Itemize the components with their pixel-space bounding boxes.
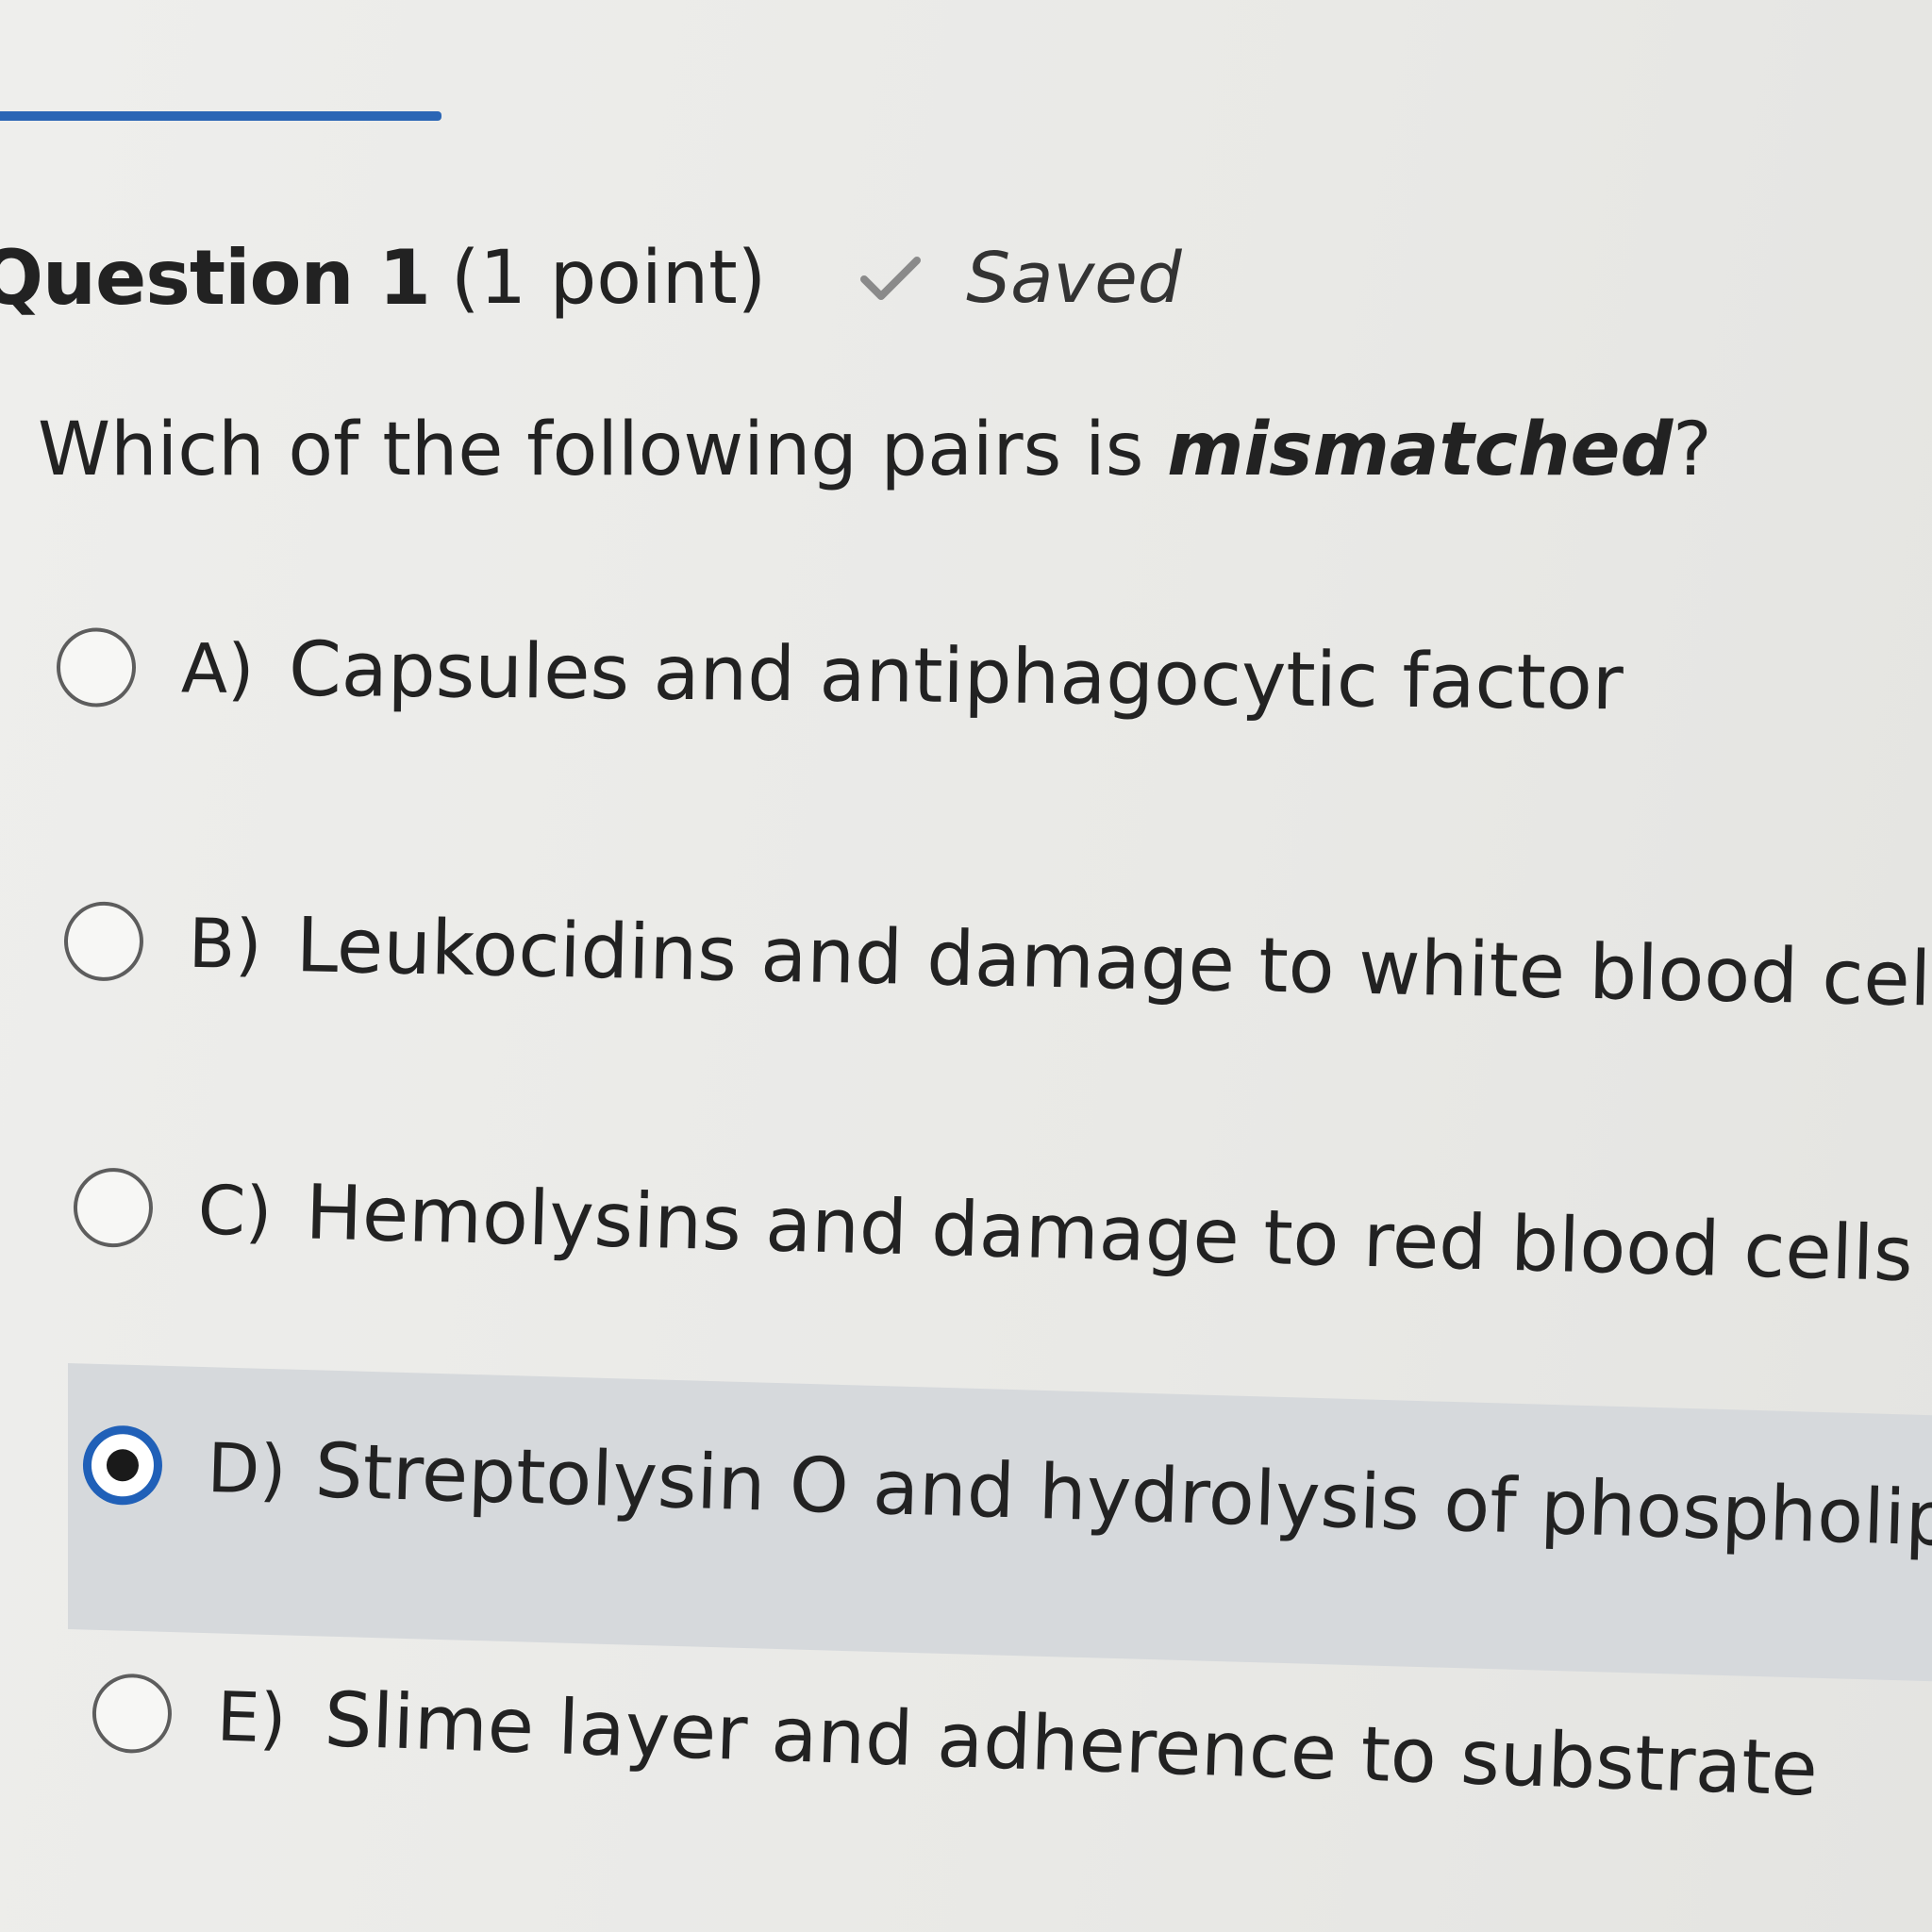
option-c[interactable]: C) Hemolysins and damage to red blood ce… (72, 1162, 1914, 1299)
option-letter: D) (206, 1427, 288, 1509)
question-title: Question 1 (0, 234, 431, 322)
radio-button-selected-icon[interactable] (81, 1424, 164, 1506)
prompt-end: ? (1673, 408, 1712, 492)
option-letter: B) (188, 903, 263, 984)
radio-dot-icon (106, 1448, 140, 1482)
option-letter: E) (215, 1675, 288, 1758)
radio-button-icon[interactable] (72, 1166, 155, 1248)
option-label: Slime layer and adherence to substrate (323, 1675, 1820, 1813)
progress-accent-bar (0, 111, 441, 121)
prompt-emphasis: mismatched (1167, 408, 1674, 492)
option-label: Hemolysins and damage to red blood cells (304, 1168, 1914, 1299)
question-header: Question 1 (1 point) Saved (0, 234, 1182, 322)
question-prompt: Which of the following pairs is mismatch… (38, 408, 1712, 492)
option-label: Leukocidins and damage to white blood ce… (294, 901, 1932, 1024)
saved-status: Saved (966, 237, 1182, 319)
option-letter: A) (180, 627, 255, 708)
option-letter: C) (196, 1169, 274, 1251)
radio-button-icon[interactable] (56, 626, 137, 708)
option-b[interactable]: B) Leukocidins and damage to white blood… (63, 896, 1932, 1024)
radio-button-icon[interactable] (91, 1672, 174, 1755)
option-e[interactable]: E) Slime layer and adherence to substrat… (91, 1668, 1819, 1813)
option-a[interactable]: A) Capsules and antiphagocytic factor (56, 623, 1624, 727)
prompt-text: Which of the following pairs is (38, 408, 1168, 492)
radio-button-icon[interactable] (63, 900, 144, 982)
question-points: (1 point) (450, 235, 767, 321)
check-icon (860, 255, 922, 302)
option-label: Capsules and antiphagocytic factor (288, 625, 1624, 727)
quiz-page: Question 1 (1 point) Saved Which of the … (0, 0, 1932, 1932)
